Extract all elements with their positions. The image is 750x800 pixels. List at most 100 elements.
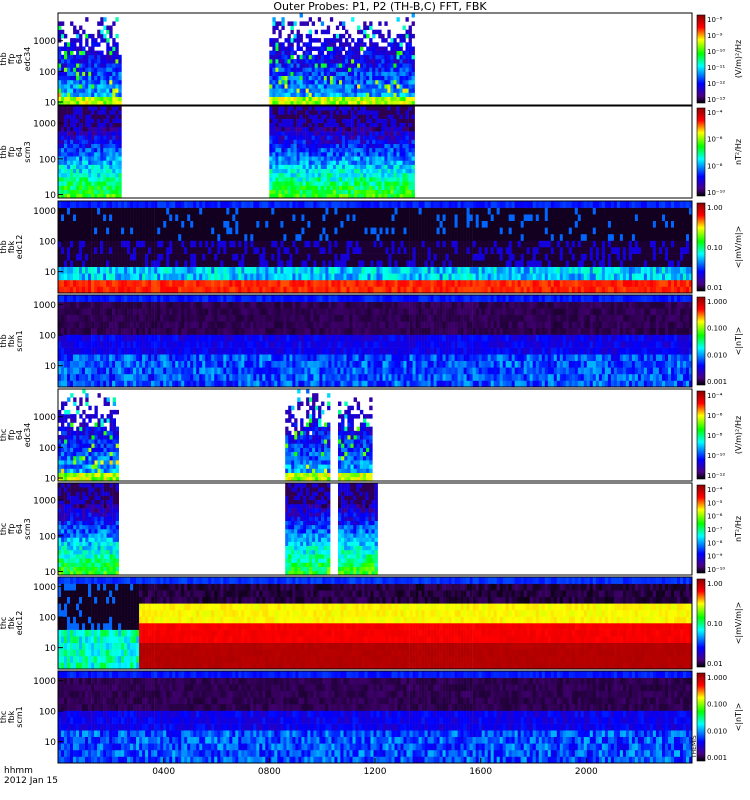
spectrogram-cell: [190, 266, 194, 274]
spectrogram-cell: [348, 118, 352, 123]
spectrogram-cell: [351, 189, 355, 195]
spectrogram-cell: [442, 266, 446, 274]
spectrogram-cell: [532, 279, 536, 287]
spectrogram-cell: [340, 247, 344, 254]
spectrogram-cell: [73, 286, 77, 294]
spectrogram-cell: [284, 59, 288, 64]
spectrogram-cell: [154, 227, 158, 235]
spectrogram-cell: [439, 201, 443, 208]
spectrogram-cell: [61, 147, 65, 153]
spectrogram-cell: [223, 214, 227, 221]
spectrogram-cell: [418, 260, 422, 267]
spectrogram-cell: [148, 253, 152, 261]
spectrogram-cell: [469, 273, 473, 281]
spectrogram-cell: [280, 233, 284, 241]
spectrogram-cell: [384, 54, 388, 60]
spectrogram-cell: [397, 286, 401, 294]
spectrogram-cell: [85, 135, 89, 140]
spectrogram-cell: [79, 96, 83, 102]
spectrogram-cell: [205, 286, 209, 294]
spectrogram-cell: [145, 227, 149, 235]
spectrogram-cell: [268, 220, 272, 228]
spectrogram-cell: [296, 46, 300, 51]
spectrogram-cell: [82, 110, 86, 115]
spectrogram-cell: [346, 273, 350, 281]
spectrogram-cell: [366, 59, 370, 64]
spectrogram-cell: [529, 286, 533, 294]
spectrogram-cell: [109, 63, 113, 68]
spectrogram-cell: [100, 164, 104, 169]
spectrogram-cell: [247, 247, 251, 254]
spectrogram-cell: [88, 131, 92, 136]
spectrogram-cell: [151, 247, 155, 254]
spectrogram-cell: [115, 164, 119, 169]
spectrogram-cell: [472, 201, 476, 208]
spectrogram-cell: [169, 201, 173, 208]
spectrogram-cell: [199, 233, 203, 241]
spectrogram-cell: [388, 266, 392, 274]
spectrogram-cell: [272, 25, 276, 30]
spectrogram-cell: [301, 207, 305, 215]
spectrogram-cell: [391, 266, 395, 274]
spectrogram-cell: [296, 84, 300, 89]
spectrogram-cell: [388, 273, 392, 281]
spectrogram-cell: [402, 156, 406, 161]
spectrogram-cell: [340, 214, 344, 221]
spectrogram-cell: [103, 92, 107, 97]
spectrogram-cell: [79, 152, 83, 157]
spectrogram-cell: [223, 207, 227, 215]
spectrogram-cell: [390, 59, 394, 64]
spectrogram-cell: [202, 253, 206, 261]
spectrogram-cell: [342, 25, 346, 30]
spectrogram-cell: [103, 114, 107, 119]
spectrogram-cell: [157, 220, 161, 228]
spectrogram-cell: [61, 46, 65, 51]
spectrogram-cell: [357, 164, 361, 169]
spectrogram-cell: [262, 201, 266, 208]
spectrogram-cell: [415, 253, 419, 261]
spectrogram-cell: [178, 260, 182, 267]
spectrogram-cell: [109, 54, 113, 60]
spectrogram-cell: [100, 92, 104, 97]
spectrogram-cell: [329, 50, 334, 56]
spectrogram-cell: [316, 233, 320, 241]
spectrogram-cell: [106, 152, 110, 157]
spectrogram-cell: [505, 247, 509, 254]
spectrogram-cell: [360, 181, 364, 186]
spectrogram-cell: [396, 63, 400, 68]
spectrogram-cell: [349, 286, 353, 294]
spectrogram-cell: [67, 114, 71, 119]
spectrogram-cell: [202, 214, 206, 221]
spectrogram-cell: [310, 214, 314, 221]
spectrogram-cell: [145, 233, 149, 241]
spectrogram-cell: [357, 50, 361, 56]
spectrogram-cell: [372, 110, 376, 115]
spectrogram-cell: [454, 260, 458, 267]
spectrogram-cell: [115, 135, 119, 140]
spectrogram-cell: [408, 131, 412, 136]
spectrogram-cell: [115, 185, 119, 190]
spectrogram-cell: [397, 247, 401, 254]
spectrogram-cell: [166, 220, 170, 228]
spectrogram-cell: [85, 122, 89, 128]
spectrogram-cell: [360, 75, 364, 81]
spectrogram-cell: [109, 164, 113, 169]
spectrogram-cell: [278, 46, 282, 51]
spectrogram-cell: [97, 114, 101, 119]
spectrogram-cell: [354, 143, 358, 149]
spectrogram-cell: [511, 260, 515, 267]
spectrogram-cell: [272, 38, 276, 43]
spectrogram-cell: [293, 118, 297, 123]
spectrogram-cell: [325, 279, 329, 287]
spectrogram-cell: [67, 233, 71, 241]
spectrogram-cell: [296, 96, 300, 102]
spectrogram-cell: [358, 279, 362, 287]
spectrogram-cell: [91, 122, 95, 128]
spectrogram-cell: [115, 126, 119, 132]
spectrogram-cell: [346, 227, 350, 235]
spectrogram-cell: [396, 54, 400, 60]
spectrogram-cell: [76, 96, 80, 102]
spectrogram-cell: [348, 152, 352, 157]
spectrogram-cell: [402, 96, 406, 102]
spectrogram-cell: [61, 233, 65, 241]
